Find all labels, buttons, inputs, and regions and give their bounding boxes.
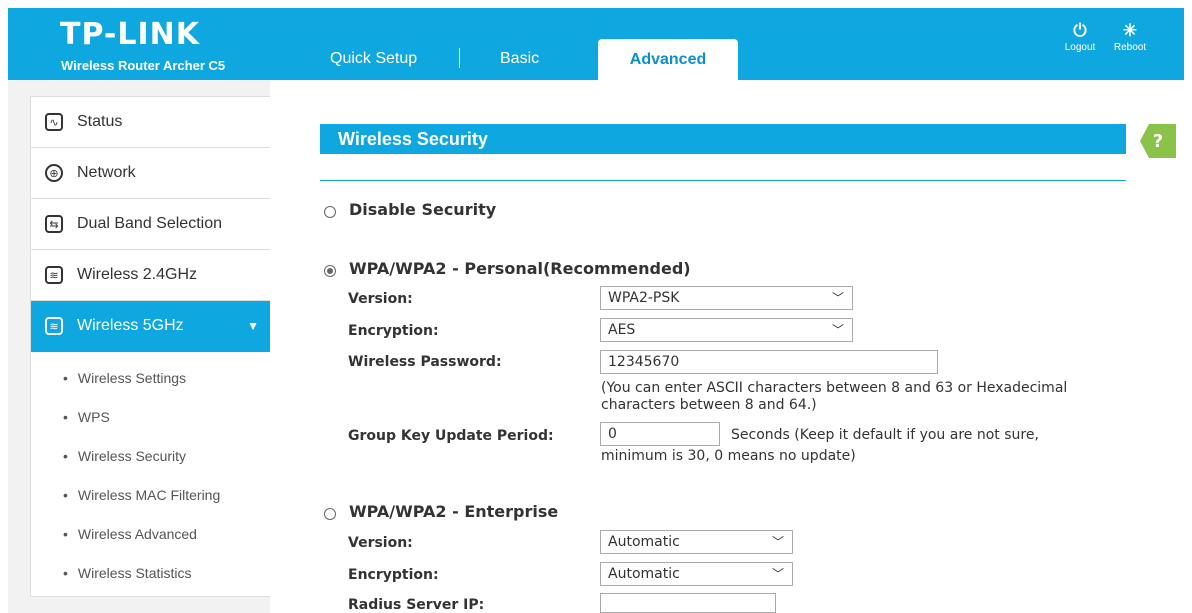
version-value: WPA2-PSK: [608, 290, 680, 306]
logout-label: Logout: [1064, 42, 1096, 53]
encryption-select[interactable]: AES ﹀: [600, 318, 853, 342]
reboot-icon: ✳: [1122, 21, 1138, 40]
group-key-note-line1: Seconds (Keep it default if you are not …: [731, 427, 1039, 443]
sidebar-item-label: Status: [77, 113, 123, 130]
submenu: Wireless Settings WPS Wireless Security …: [31, 352, 271, 596]
password-input[interactable]: 12345670: [600, 350, 938, 374]
wireless-icon: ≋: [45, 317, 63, 335]
version-select[interactable]: WPA2-PSK ﹀: [600, 286, 853, 310]
chevron-down-icon: ﹀: [831, 323, 844, 337]
password-note-line2: characters between 8 and 64.): [601, 397, 817, 413]
power-icon: ⏻: [1073, 21, 1087, 40]
submenu-item-wireless-statistics[interactable]: Wireless Statistics: [31, 553, 271, 592]
nav-quick-setup[interactable]: Quick Setup: [330, 50, 417, 68]
chevron-down-icon: ﹀: [771, 567, 784, 581]
encryption-label: Encryption:: [348, 323, 439, 339]
submenu-item-wireless-security[interactable]: Wireless Security: [31, 436, 271, 475]
divider: [320, 180, 1126, 181]
reboot-label: Reboot: [1113, 42, 1147, 53]
enterprise-encryption-value: Automatic: [608, 566, 680, 582]
sidebar-item-label: Network: [77, 164, 136, 181]
submenu-item-mac-filtering[interactable]: Wireless MAC Filtering: [31, 475, 271, 514]
enterprise-encryption-label: Encryption:: [348, 567, 439, 583]
sidebar-item-wireless-5[interactable]: ≋ Wireless 5GHz ▼: [31, 301, 271, 352]
sidebar-item-wireless-24[interactable]: ≋ Wireless 2.4GHz: [31, 250, 271, 301]
help-label: ?: [1152, 130, 1164, 152]
sidebar-item-label: Wireless 2.4GHz: [77, 266, 198, 283]
wpa-personal-label: WPA/WPA2 - Personal(Recommended): [349, 259, 691, 278]
enterprise-version-label: Version:: [348, 535, 413, 551]
status-icon: ∿: [45, 113, 63, 131]
disable-security-label: Disable Security: [349, 200, 497, 219]
sidebar-item-network[interactable]: ⊕ Network: [31, 148, 271, 199]
header-bar: TP-LINK Wireless Router Archer C5 Quick …: [8, 8, 1184, 80]
page-title: Wireless Security: [320, 124, 1126, 154]
chevron-down-icon: ▼: [247, 319, 259, 333]
wireless-icon: ≋: [45, 266, 63, 284]
logout-button[interactable]: ⏻ Logout: [1062, 20, 1098, 53]
model-name: Wireless Router Archer C5: [61, 58, 226, 73]
nav-advanced[interactable]: Advanced: [598, 39, 738, 80]
encryption-value: AES: [608, 322, 636, 338]
top-strip: [0, 0, 1192, 8]
password-label: Wireless Password:: [348, 354, 502, 370]
password-note-line1: (You can enter ASCII characters between …: [601, 380, 1068, 396]
reboot-button[interactable]: ✳ Reboot: [1110, 20, 1150, 53]
sidebar-item-label: Dual Band Selection: [77, 215, 222, 232]
sidebar-item-status[interactable]: ∿ Status: [31, 97, 271, 148]
disable-security-radio[interactable]: [324, 206, 336, 218]
submenu-item-wireless-advanced[interactable]: Wireless Advanced: [31, 514, 271, 553]
nav-advanced-label: Advanced: [629, 51, 707, 68]
enterprise-version-value: Automatic: [608, 534, 680, 550]
wpa-enterprise-label: WPA/WPA2 - Enterprise: [349, 502, 559, 521]
wpa-enterprise-radio[interactable]: [324, 508, 336, 520]
logo: TP-LINK: [60, 17, 201, 52]
sidebar-item-label: Wireless 5GHz: [77, 317, 184, 334]
nav-separator: [459, 48, 460, 68]
dual-band-icon: ⇆: [45, 215, 63, 233]
group-key-label: Group Key Update Period:: [348, 428, 554, 444]
group-key-input[interactable]: 0: [600, 422, 720, 446]
sidebar: ∿ Status ⊕ Network ⇆ Dual Band Selection…: [30, 96, 272, 597]
radius-server-label: Radius Server IP:: [348, 597, 485, 613]
sidebar-item-dual-band[interactable]: ⇆ Dual Band Selection: [31, 199, 271, 250]
nav-basic[interactable]: Basic: [500, 50, 539, 68]
submenu-item-wireless-settings[interactable]: Wireless Settings: [31, 358, 271, 397]
enterprise-version-select[interactable]: Automatic ﹀: [600, 530, 793, 554]
globe-icon: ⊕: [45, 164, 63, 182]
chevron-down-icon: ﹀: [831, 291, 844, 305]
submenu-item-wps[interactable]: WPS: [31, 397, 271, 436]
wpa-personal-radio[interactable]: [324, 265, 336, 277]
radius-server-input[interactable]: [600, 593, 776, 613]
enterprise-encryption-select[interactable]: Automatic ﹀: [600, 562, 793, 586]
chevron-down-icon: ﹀: [771, 535, 784, 549]
version-label: Version:: [348, 291, 413, 307]
group-key-note-line2: minimum is 30, 0 means no update): [601, 448, 856, 464]
